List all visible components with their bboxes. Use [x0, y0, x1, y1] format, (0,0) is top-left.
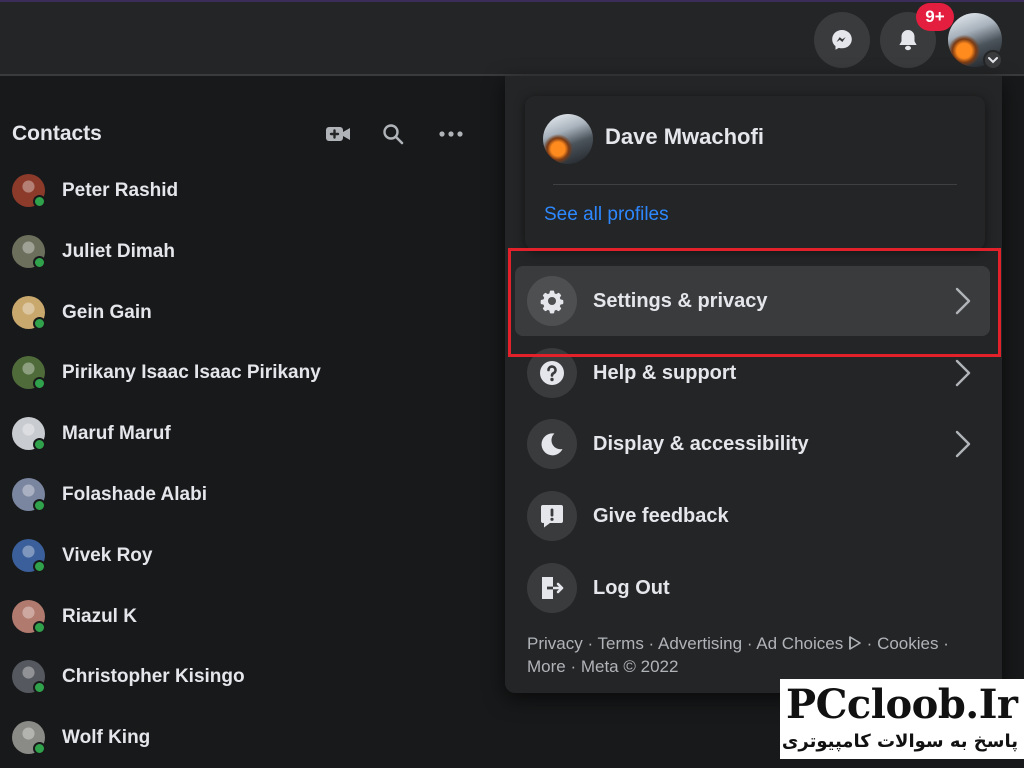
- contact-item[interactable]: Vivek Roy: [0, 526, 480, 586]
- menu-item-label: Display & accessibility: [593, 433, 809, 455]
- watermark-subtitle: پاسخ به سوالات کامپیوتری: [781, 731, 1018, 752]
- menu-item-give-feedback[interactable]: Give feedback: [515, 481, 990, 551]
- online-status-dot: [33, 316, 46, 330]
- online-status-dot: [33, 438, 46, 452]
- video-camera-plus-icon: [326, 127, 350, 141]
- online-status-dot: [33, 377, 46, 391]
- messenger-icon: [832, 30, 852, 50]
- contact-item[interactable]: Peter Rashid: [0, 161, 480, 221]
- menu-item-label: Help & support: [593, 362, 737, 384]
- contacts-options-button[interactable]: [437, 120, 465, 148]
- online-status-dot: [33, 620, 46, 634]
- contacts-heading: Contacts: [12, 122, 102, 145]
- logout-icon: [527, 563, 577, 613]
- profile-card-divider: [553, 184, 957, 185]
- contact-item[interactable]: Pirikany Isaac Isaac Pirikany: [0, 343, 480, 403]
- contact-item[interactable]: Folashade Alabi: [0, 465, 480, 525]
- contact-item[interactable]: Gein Gain: [0, 283, 480, 343]
- watermark-title: PCcloob.Ir: [786, 681, 1018, 728]
- more-options-icon: [439, 131, 463, 137]
- footer-link[interactable]: Cookies: [877, 634, 938, 653]
- contact-name: Pirikany Isaac Isaac Pirikany: [62, 362, 321, 384]
- contact-item[interactable]: Riazul K: [0, 587, 480, 647]
- contact-item[interactable]: Wolf King: [0, 708, 480, 768]
- messenger-button[interactable]: [814, 12, 870, 68]
- contact-name: Vivek Roy: [62, 544, 153, 566]
- search-contacts-button[interactable]: [379, 120, 407, 148]
- search-icon: [383, 124, 404, 145]
- chevron-right-icon: [950, 359, 974, 387]
- footer-link[interactable]: Terms: [598, 634, 644, 653]
- see-all-profiles-link[interactable]: See all profiles: [544, 204, 669, 226]
- contact-name: Peter Rashid: [62, 180, 179, 201]
- online-status-dot: [33, 499, 46, 512]
- chevron-down-icon: [988, 57, 998, 64]
- notification-count-badge: 9+: [916, 3, 954, 31]
- feedback-icon: [527, 491, 577, 541]
- menu-item-display-and-accessibility[interactable]: Display & accessibility: [515, 409, 990, 479]
- contact-item[interactable]: Juliet Dimah: [0, 222, 480, 282]
- online-status-dot: [33, 742, 46, 756]
- top-navigation-bar: [0, 2, 1024, 76]
- new-room-button[interactable]: [324, 120, 352, 148]
- ad-choices-icon: [843, 634, 862, 653]
- contact-item[interactable]: Christopher Kisingo: [0, 647, 480, 707]
- contact-name: Maruf Maruf: [62, 423, 171, 445]
- chevron-right-icon: [950, 430, 974, 458]
- menu-item-label: Give feedback: [593, 505, 729, 527]
- contact-name: Folashade Alabi: [62, 484, 207, 505]
- contact-name: Riazul K: [62, 605, 137, 627]
- menu-footer: Privacy · Terms · Advertising · Ad Choic…: [527, 634, 949, 676]
- account-menu-caret[interactable]: [983, 50, 1003, 70]
- online-status-dot: [33, 195, 46, 208]
- profile-avatar: [543, 114, 593, 164]
- watermark: PCcloob.Ir پاسخ به سوالات کامپیوتری: [780, 679, 1024, 759]
- footer-link[interactable]: Advertising: [658, 634, 742, 653]
- menu-item-log-out[interactable]: Log Out: [515, 553, 990, 623]
- contact-name: Christopher Kisingo: [62, 666, 245, 688]
- profile-card[interactable]: Dave Mwachofi See all profiles: [525, 96, 985, 250]
- account-menu-dropdown: Dave Mwachofi See all profiles Settings …: [505, 76, 1002, 693]
- contact-name: Juliet Dimah: [62, 240, 175, 262]
- footer-link[interactable]: More: [527, 657, 566, 676]
- menu-item-label: Log Out: [593, 577, 670, 599]
- copyright: Meta © 2022: [580, 657, 679, 676]
- contact-item[interactable]: Maruf Maruf: [0, 404, 480, 464]
- online-status-dot: [33, 681, 46, 695]
- contact-name: Wolf King: [62, 727, 151, 749]
- bell-icon: [899, 30, 917, 51]
- footer-link[interactable]: Privacy: [527, 634, 583, 653]
- profile-name: Dave Mwachofi: [605, 124, 764, 149]
- moon-icon: [527, 419, 577, 469]
- contact-name: Gein Gain: [62, 301, 152, 323]
- highlight-box: [508, 248, 1001, 357]
- online-status-dot: [33, 559, 46, 573]
- online-status-dot: [33, 255, 46, 269]
- footer-link[interactable]: Ad Choices: [756, 634, 843, 653]
